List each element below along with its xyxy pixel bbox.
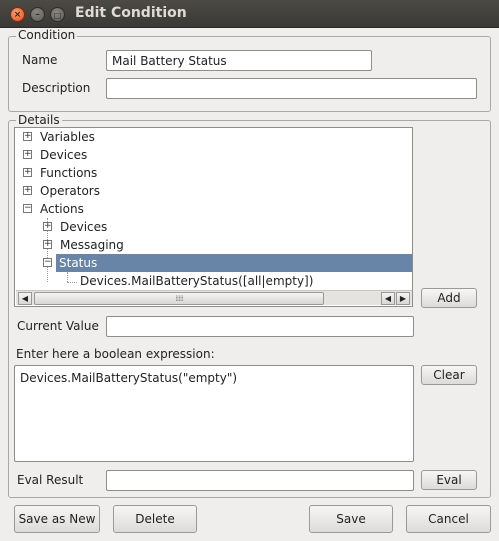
tree-item-messaging[interactable]: + Messaging	[15, 236, 412, 254]
eval-result-field[interactable]	[106, 470, 414, 491]
tree-item-label: Messaging	[60, 238, 124, 252]
tree-item-label: Status	[56, 254, 412, 272]
tree-item-actions-devices[interactable]: + Devices	[15, 218, 412, 236]
description-label: Description	[22, 81, 91, 95]
expand-icon[interactable]: +	[43, 240, 52, 249]
scroll-left-icon[interactable]: ◀	[18, 292, 32, 305]
scroll-left-icon[interactable]: ◀	[381, 292, 395, 305]
tree-item-label: Devices	[60, 220, 108, 234]
save-button[interactable]: Save	[309, 505, 393, 533]
expression-textarea[interactable]: Devices.MailBatteryStatus("empty")	[14, 365, 414, 462]
tree-item-label: Devices	[40, 148, 88, 162]
horizontal-scrollbar[interactable]: ◀ ⁞⁞⁞⁞⁞ ◀ ▶	[16, 290, 412, 305]
tree-item-mail-battery-status[interactable]: Devices.MailBatteryStatus([all|empty])	[15, 272, 412, 290]
expand-icon[interactable]: +	[23, 150, 32, 159]
tree-item-actions[interactable]: − Actions	[15, 200, 412, 218]
expand-icon[interactable]: +	[23, 132, 32, 141]
current-value-field[interactable]	[106, 316, 414, 337]
window-title: Edit Condition	[75, 5, 187, 21]
expression-tree[interactable]: + Variables + Devices + Functions + Oper…	[14, 127, 413, 307]
expand-icon[interactable]: +	[43, 222, 52, 231]
tree-item-operators[interactable]: + Operators	[15, 182, 412, 200]
eval-result-label: Eval Result	[17, 473, 84, 487]
save-as-new-button[interactable]: Save as New	[14, 505, 100, 533]
delete-button[interactable]: Delete	[113, 505, 197, 533]
description-field[interactable]	[106, 78, 477, 99]
tree-item-label: Devices.MailBatteryStatus([all|empty])	[80, 274, 314, 288]
expand-icon[interactable]: +	[23, 186, 32, 195]
tree-item-status[interactable]: − Status	[15, 254, 412, 272]
tree-item-label: Functions	[40, 166, 98, 180]
tree-item-devices[interactable]: + Devices	[15, 146, 412, 164]
add-button[interactable]: Add	[421, 288, 477, 308]
maximize-icon[interactable]: □	[50, 7, 65, 22]
condition-group-label: Condition	[16, 28, 78, 42]
title-bar[interactable]: × – □ Edit Condition	[0, 0, 499, 28]
expand-icon[interactable]: +	[23, 168, 32, 177]
close-icon[interactable]: ×	[10, 7, 25, 22]
scroll-right-icon[interactable]: ▶	[396, 292, 410, 305]
expression-label: Enter here a boolean expression:	[16, 347, 215, 361]
tree-item-label: Variables	[40, 130, 95, 144]
scrollbar-thumb[interactable]: ⁞⁞⁞⁞⁞	[34, 292, 324, 305]
cancel-button[interactable]: Cancel	[406, 505, 491, 533]
details-group-label: Details	[16, 113, 62, 127]
tree-item-label: Actions	[40, 202, 84, 216]
collapse-icon[interactable]: −	[23, 204, 32, 213]
name-field[interactable]	[106, 50, 372, 71]
edit-condition-window: × – □ Edit Condition Condition Name Desc…	[0, 0, 499, 541]
current-value-label: Current Value	[17, 319, 99, 333]
clear-button[interactable]: Clear	[421, 365, 477, 385]
collapse-icon[interactable]: −	[43, 258, 52, 267]
tree-item-variables[interactable]: + Variables	[15, 128, 412, 146]
tree-item-functions[interactable]: + Functions	[15, 164, 412, 182]
tree-item-label: Operators	[40, 184, 100, 198]
name-label: Name	[22, 53, 58, 67]
minimize-icon[interactable]: –	[30, 7, 45, 22]
eval-button[interactable]: Eval	[421, 470, 477, 490]
condition-group	[8, 36, 491, 112]
